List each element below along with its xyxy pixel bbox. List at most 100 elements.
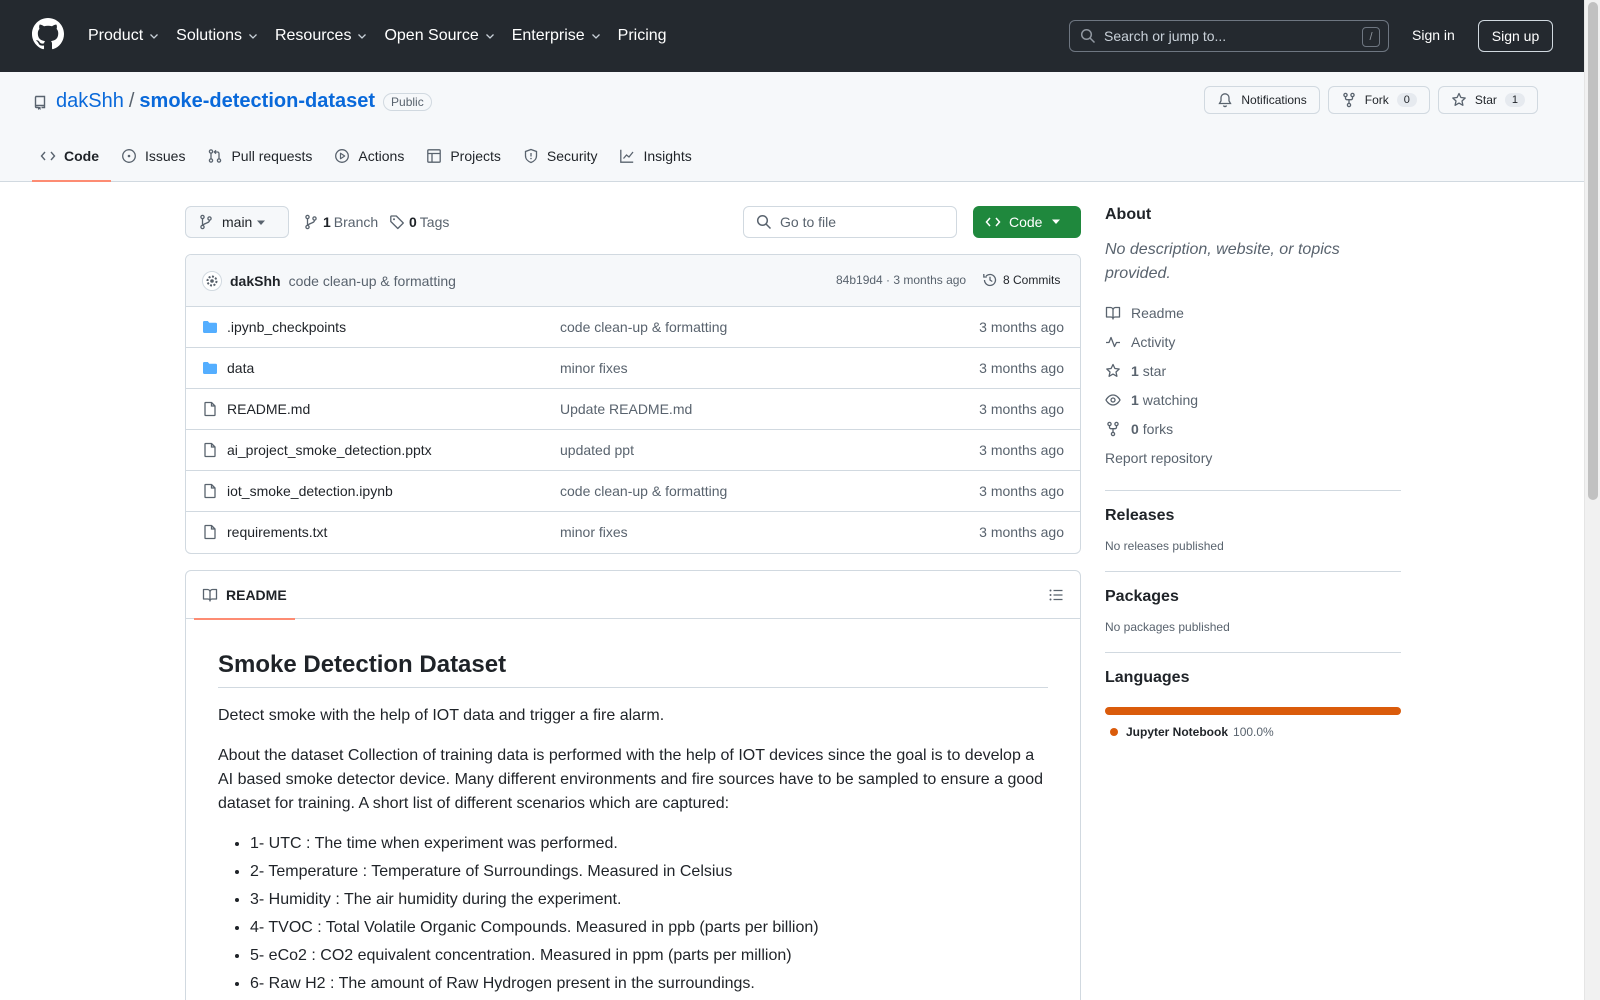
tab-insights[interactable]: Insights	[611, 132, 703, 180]
divider	[1105, 571, 1401, 572]
chevron-down-icon	[485, 34, 494, 39]
nav-open-source[interactable]: Open Source	[384, 27, 495, 45]
tab-label: Pull requests	[231, 148, 313, 164]
global-header: Product Solutions Resources Open Source …	[0, 0, 1584, 72]
table-row[interactable]: requirements.txt minor fixes 3 months ago	[186, 512, 1080, 553]
table-row[interactable]: .ipynb_checkpoints code clean-up & format…	[186, 307, 1080, 348]
nav-product[interactable]: Product	[88, 27, 160, 45]
nav-solutions[interactable]: Solutions	[176, 27, 259, 45]
repo-owner-link[interactable]: dakShh	[56, 90, 124, 113]
main-content: main 1 Branch 0 Tags Go to file Code dak…	[185, 206, 1081, 1000]
book-icon	[1105, 306, 1121, 320]
repo-title: dakShh / smoke-detection-dataset Public	[32, 90, 432, 113]
tag-icon	[390, 215, 404, 230]
table-row[interactable]: README.md Update README.md 3 months ago	[186, 389, 1080, 430]
tab-projects[interactable]: Projects	[418, 132, 513, 180]
search-icon	[756, 214, 772, 230]
tab-security[interactable]: Security	[515, 132, 610, 180]
file-name-link[interactable]: README.md	[227, 401, 310, 417]
file-commit-message[interactable]: Update README.md	[560, 401, 692, 417]
tab-code[interactable]: Code	[32, 132, 111, 182]
language-percent: 100.0%	[1233, 725, 1274, 739]
nav-resources[interactable]: Resources	[275, 27, 368, 45]
branch-name: main	[222, 214, 253, 230]
fork-button[interactable]: Fork 0	[1327, 86, 1430, 114]
packages-heading[interactable]: Packages	[1105, 588, 1401, 606]
file-commit-message[interactable]: minor fixes	[560, 524, 628, 540]
issue-icon	[122, 149, 136, 163]
forks-label: forks	[1142, 420, 1174, 437]
list-unordered-icon[interactable]	[1048, 587, 1064, 603]
star-count: 1	[1504, 93, 1525, 107]
fork-icon	[1342, 92, 1355, 108]
file-icon-wrap	[202, 524, 218, 540]
book-icon	[202, 588, 218, 602]
shield-icon	[524, 148, 538, 164]
tab-label: Security	[546, 148, 598, 164]
file-commit-message[interactable]: updated ppt	[560, 442, 634, 458]
watchers-link[interactable]: 1 watching	[1105, 385, 1401, 414]
chevron-down-icon	[249, 34, 257, 39]
notifications-button[interactable]: Notifications	[1204, 86, 1320, 114]
language-item[interactable]: Jupyter Notebook 100.0%	[1105, 725, 1401, 739]
table-row[interactable]: ai_project_smoke_detection.pptx updated p…	[186, 430, 1080, 471]
readme-tab[interactable]: README	[194, 571, 295, 620]
github-logo-icon[interactable]	[32, 18, 64, 50]
table-row[interactable]: iot_smoke_detection.ipynb code clean-up &…	[186, 471, 1080, 512]
tags-link[interactable]: 0 Tags	[389, 214, 449, 230]
folder-icon-wrap	[202, 319, 218, 335]
file-commit-message[interactable]: minor fixes	[560, 360, 628, 376]
star-label: Star	[1474, 93, 1497, 107]
tab-actions[interactable]: Actions	[326, 132, 416, 180]
star-button[interactable]: Star 1	[1437, 86, 1538, 114]
search-input[interactable]: Search or jump to... /	[1069, 20, 1389, 52]
sign-up-button[interactable]: Sign up	[1478, 20, 1553, 52]
forks-link[interactable]: 0 forks	[1105, 414, 1401, 443]
commit-message[interactable]: code clean-up & formatting	[289, 273, 456, 289]
readme-paragraph: Detect smoke with the help of IOT data a…	[218, 707, 665, 724]
file-browser: dakShh code clean-up & formatting 84b19d…	[185, 254, 1081, 554]
nav-enterprise[interactable]: Enterprise	[512, 27, 602, 45]
watching-count: 1	[1131, 391, 1139, 408]
branch-select-button[interactable]: main	[185, 206, 289, 238]
readme-link[interactable]: Readme	[1105, 298, 1401, 327]
nav-pricing[interactable]: Pricing	[618, 27, 667, 45]
table-row[interactable]: data minor fixes 3 months ago	[186, 348, 1080, 389]
caret-down-icon	[257, 220, 265, 225]
scrollbar-thumb[interactable]	[1588, 2, 1598, 500]
file-name-link[interactable]: ai_project_smoke_detection.pptx	[227, 442, 432, 458]
file-name-link[interactable]: .ipynb_checkpoints	[227, 319, 346, 335]
branches-link[interactable]: 1 Branch	[303, 214, 378, 230]
releases-heading[interactable]: Releases	[1105, 507, 1401, 525]
page-scrollbar[interactable]	[1584, 0, 1600, 1000]
repo-name-link[interactable]: smoke-detection-dataset	[139, 90, 375, 113]
code-icon	[985, 217, 1001, 227]
readme-link-label: Readme	[1131, 304, 1184, 321]
tab-issues[interactable]: Issues	[113, 132, 197, 180]
search-placeholder: Search or jump to...	[1104, 28, 1227, 44]
file-commit-message[interactable]: code clean-up & formatting	[560, 319, 727, 335]
commits-link[interactable]: 8 Commits	[982, 272, 1060, 288]
go-to-file-input[interactable]: Go to file	[743, 206, 957, 238]
activity-link-label: Activity	[1131, 333, 1176, 350]
star-icon	[1452, 92, 1466, 106]
tab-pull-requests[interactable]: Pull requests	[199, 132, 324, 180]
list-item: 6- Raw H2 : The amount of Raw Hydrogen p…	[250, 972, 1048, 996]
language-bar	[1105, 707, 1401, 715]
notifications-label: Notifications	[1241, 93, 1307, 107]
file-name-link[interactable]: iot_smoke_detection.ipynb	[227, 483, 393, 499]
report-repository-link[interactable]: Report repository	[1105, 443, 1401, 472]
branch-icon	[305, 214, 317, 230]
code-download-button[interactable]: Code	[973, 206, 1081, 238]
file-name-link[interactable]: requirements.txt	[227, 524, 327, 540]
commit-author[interactable]: dakShh	[230, 273, 281, 289]
commit-hash-time[interactable]: 84b19d4 · 3 months ago	[836, 273, 966, 287]
file-name-link[interactable]: data	[227, 360, 254, 376]
tab-label: Insights	[643, 148, 692, 164]
file-commit-time: 3 months ago	[979, 319, 1064, 335]
stars-link[interactable]: 1 star	[1105, 356, 1401, 385]
avatar[interactable]	[202, 270, 222, 291]
file-commit-message[interactable]: code clean-up & formatting	[560, 483, 727, 499]
activity-link[interactable]: Activity	[1105, 327, 1401, 356]
sign-in-link[interactable]: Sign in	[1412, 27, 1455, 43]
